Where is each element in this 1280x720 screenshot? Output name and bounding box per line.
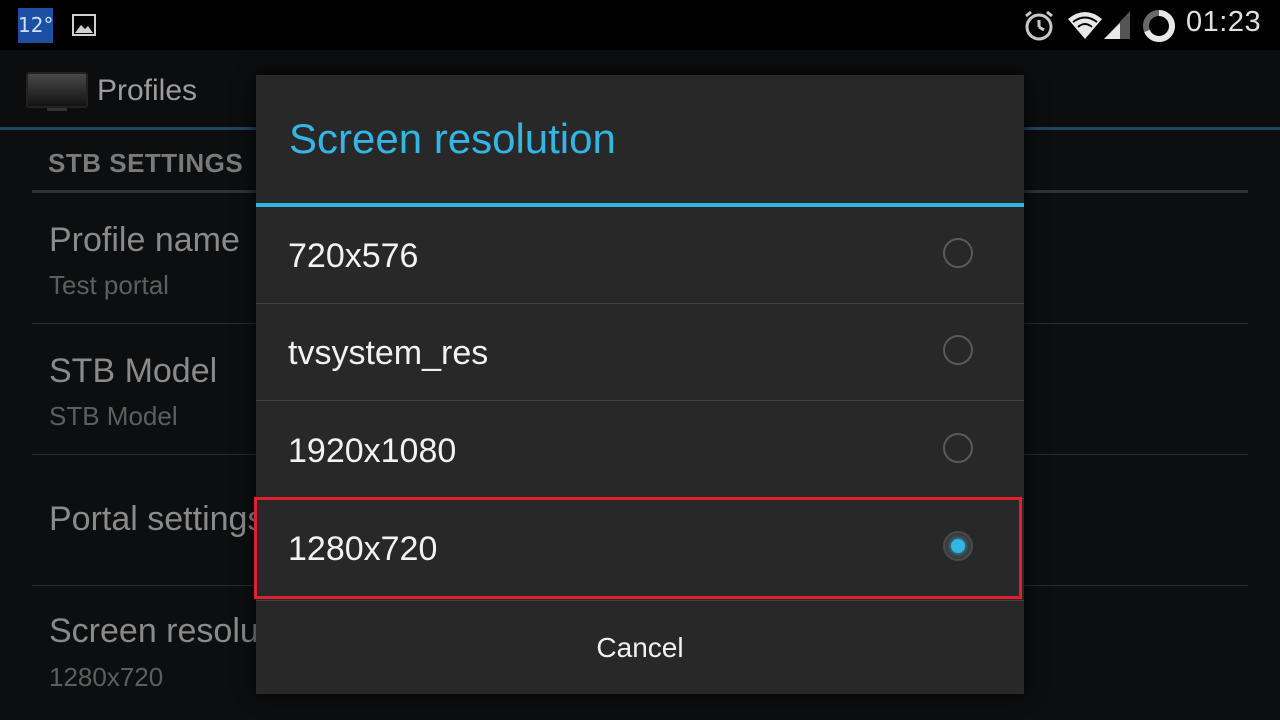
dialog-title: Screen resolution	[289, 115, 616, 162]
radio-button[interactable]	[943, 433, 973, 463]
clock: 01:23	[1186, 6, 1262, 38]
radio-button[interactable]	[943, 238, 973, 268]
divider	[256, 400, 1024, 401]
alarm-icon	[1022, 9, 1056, 47]
section-header: STB SETTINGS	[48, 148, 244, 178]
pref-summary: 1280x720	[49, 662, 164, 692]
signal-icon	[1102, 9, 1132, 45]
gallery-icon	[72, 14, 96, 40]
tv-app-icon[interactable]	[25, 71, 89, 117]
battery-icon	[1141, 8, 1177, 48]
option-label: 1280x720	[288, 530, 438, 568]
pref-summary: STB Model	[49, 401, 178, 431]
pref-title: Profile name	[49, 221, 240, 259]
option-1920x1080[interactable]: 1920x1080	[256, 402, 1024, 499]
divider	[256, 498, 1024, 499]
cancel-button[interactable]: Cancel	[256, 600, 1024, 695]
option-tvsystem-res[interactable]: tvsystem_res	[256, 304, 1024, 401]
wifi-icon	[1066, 9, 1104, 45]
radio-button-selected[interactable]	[943, 531, 973, 561]
screen-resolution-dialog: Screen resolution 720x576 tvsystem_res 1…	[254, 75, 1024, 695]
option-720x576[interactable]: 720x576	[256, 207, 1024, 304]
option-label: 720x576	[288, 237, 419, 275]
option-1280x720[interactable]: 1280x720	[254, 497, 1024, 599]
page-title: Profiles	[97, 74, 198, 107]
radio-button[interactable]	[943, 335, 973, 365]
pref-summary: Test portal	[49, 270, 169, 300]
status-bar: 12° 01:23	[0, 0, 1280, 50]
weather-temperature: 12°	[18, 8, 53, 43]
pref-title: STB Model	[49, 352, 218, 390]
option-label: tvsystem_res	[288, 334, 489, 372]
option-label: 1920x1080	[288, 432, 457, 470]
pref-title: Portal settings	[49, 500, 265, 538]
